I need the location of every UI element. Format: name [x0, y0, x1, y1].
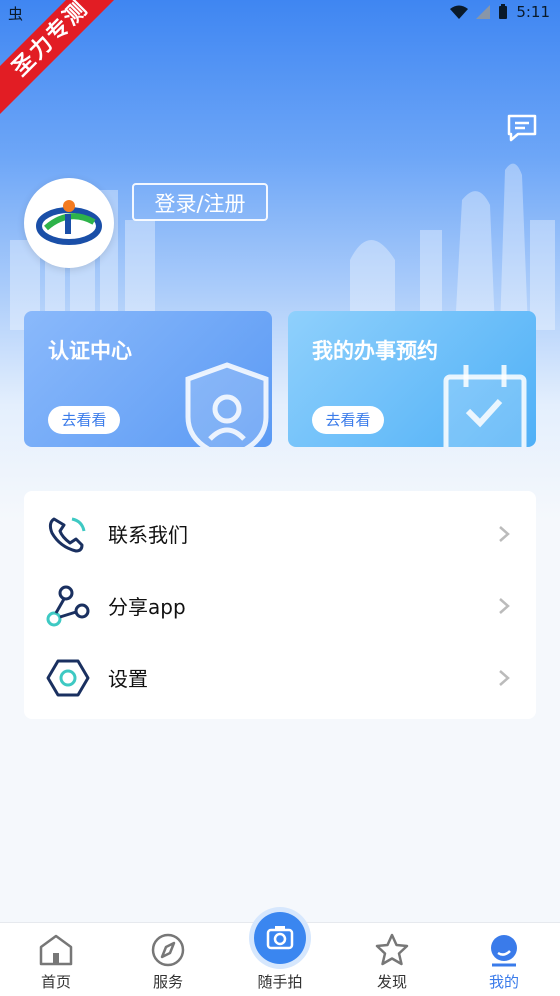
shield-icon: [185, 362, 269, 447]
tab-mine[interactable]: 我的: [448, 923, 560, 996]
card-title: 我的办事预约: [312, 339, 438, 363]
app-notification-icon: 虫: [8, 5, 24, 23]
camera-button[interactable]: [254, 912, 306, 964]
appointments-card[interactable]: 我的办事预约 去看看: [288, 311, 536, 447]
wifi-icon: [450, 5, 469, 19]
tab-label: 我的: [488, 973, 519, 991]
star-icon: [375, 933, 409, 966]
login-register-button[interactable]: 登录/注册: [132, 183, 268, 221]
menu-item-settings[interactable]: 设置: [24, 643, 536, 711]
calendar-icon: [443, 365, 527, 447]
card-title: 认证中心: [48, 339, 132, 363]
message-icon[interactable]: [506, 114, 538, 142]
status-time: 5:11: [516, 3, 550, 21]
menu-item-contact[interactable]: 联系我们: [24, 499, 536, 567]
tab-discover[interactable]: 发现: [336, 923, 448, 996]
app-logo-icon: [36, 200, 102, 245]
menu-label: 联系我们: [108, 523, 188, 547]
chevron-right-icon: [499, 526, 510, 542]
tab-services[interactable]: 服务: [112, 923, 224, 996]
tab-label: 随手拍: [257, 973, 303, 991]
tab-label: 服务: [152, 973, 183, 991]
tab-label: 首页: [40, 973, 71, 991]
tab-home[interactable]: 首页: [0, 923, 112, 996]
signal-icon: [476, 5, 491, 19]
menu-item-share[interactable]: 分享app: [24, 571, 536, 639]
chevron-right-icon: [499, 670, 510, 686]
go-see-button[interactable]: 去看看: [312, 406, 384, 434]
menu-label: 分享app: [108, 595, 186, 619]
profile-icon: [491, 935, 517, 967]
tab-label: 发现: [376, 973, 407, 991]
go-see-button[interactable]: 去看看: [48, 406, 120, 434]
compass-icon: [151, 933, 185, 967]
phone-icon: [48, 517, 86, 553]
share-icon: [46, 585, 90, 627]
home-icon: [39, 934, 73, 966]
menu-list: 联系我们 分享app 设置: [24, 491, 536, 719]
camera-icon: [266, 926, 294, 950]
battery-icon: [499, 4, 508, 19]
menu-label: 设置: [108, 667, 148, 691]
settings-icon: [46, 659, 90, 697]
auth-center-card[interactable]: 认证中心 去看看: [24, 311, 272, 447]
avatar[interactable]: [24, 178, 114, 268]
chevron-right-icon: [499, 598, 510, 614]
